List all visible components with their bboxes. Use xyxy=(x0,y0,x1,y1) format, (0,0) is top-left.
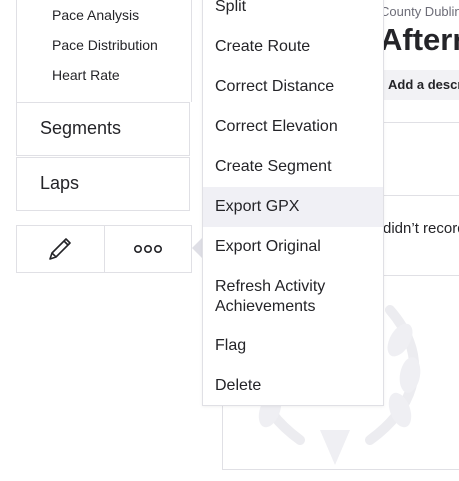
menu-item-create-segment[interactable]: Create Segment xyxy=(203,157,383,177)
panel-border-bottom xyxy=(222,469,459,470)
menu-item-export-gpx[interactable]: Export GPX xyxy=(203,187,383,227)
menu-item-refresh-achievements[interactable]: Refresh Activity Achievements xyxy=(203,277,343,317)
pencil-icon xyxy=(49,238,72,260)
menu-item-split[interactable]: Split xyxy=(203,0,383,17)
ellipsis-icon xyxy=(133,244,162,254)
divider xyxy=(384,195,459,196)
activity-tools xyxy=(16,225,192,273)
more-actions-button[interactable] xyxy=(103,226,192,272)
sidebar-item-laps[interactable]: Laps xyxy=(16,157,190,211)
menu-item-delete[interactable]: Delete xyxy=(203,376,383,396)
menu-item-export-original[interactable]: Export Original xyxy=(203,237,383,257)
menu-item-correct-elevation[interactable]: Correct Elevation xyxy=(203,117,383,137)
add-description-label: Add a description xyxy=(388,77,459,92)
no-record-message: didn’t record xyxy=(383,220,459,237)
sidebar-item-label: Segments xyxy=(40,118,122,138)
subnav-item-heart-rate[interactable]: Heart Rate xyxy=(52,67,120,83)
menu-item-correct-distance[interactable]: Correct Distance xyxy=(203,77,383,97)
subnav-item-pace-analysis[interactable]: Pace Analysis xyxy=(52,7,139,23)
edit-button[interactable] xyxy=(17,226,104,272)
menu-item-flag[interactable]: Flag xyxy=(203,336,383,356)
page: County Dublin Afternoon Add a descriptio… xyxy=(0,0,459,481)
divider xyxy=(384,275,459,276)
menu-caret xyxy=(192,238,202,258)
sidebar-item-segments[interactable]: Segments xyxy=(16,102,190,156)
more-actions-menu: Split Create Route Correct Distance Corr… xyxy=(202,0,384,406)
activity-title: Afternoon xyxy=(380,22,459,57)
add-description-button[interactable]: Add a description xyxy=(382,70,459,100)
subnav-item-pace-distribution[interactable]: Pace Distribution xyxy=(52,37,158,53)
sidebar-item-label: Laps xyxy=(40,173,80,193)
analysis-subnav: Pace Analysis Pace Distribution Heart Ra… xyxy=(16,0,192,102)
divider xyxy=(384,122,459,123)
menu-item-create-route[interactable]: Create Route xyxy=(203,37,383,57)
panel-border-left xyxy=(222,406,223,470)
activity-location: County Dublin xyxy=(380,4,459,19)
